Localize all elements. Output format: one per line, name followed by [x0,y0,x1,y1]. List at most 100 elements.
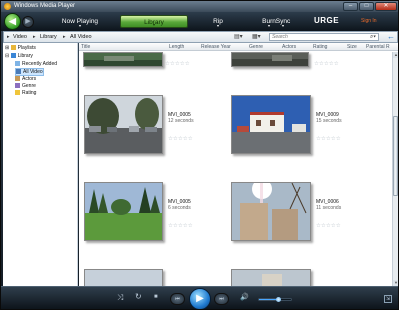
video-thumbnail-partial[interactable] [84,269,163,286]
nav-bar: ◀ ▶ Now Playing ▾ Library ▾ Rip ▾ Burn ▾… [1,12,398,31]
urge-logo[interactable]: URGE [314,16,339,25]
tab-menu-arrow-icon[interactable]: ▾ [263,24,303,28]
close-button[interactable]: ✕ [375,2,397,11]
previous-button[interactable]: ⏮ [170,293,185,305]
back-forward-group: ◀ ▶ [4,13,40,30]
column-header: Title Length Release Year Genre Actors R… [79,43,398,51]
thumbnail-image [84,53,162,66]
genre-icon [15,83,20,88]
stop-button[interactable]: ■ [154,294,158,300]
address-bar: ▸ Video ▸ Library ▸ All Video ▤▾ ▦▾ Sear… [3,31,398,43]
thumbnail-image [232,53,308,66]
navigate-back-icon[interactable]: ← [387,32,395,42]
breadcrumb-arrow-icon[interactable]: ▸ [63,32,66,42]
playback-control-bar: ⤨ ↻ ■ ⏮ ▶ ⏭ 🔊 ⇲ [1,286,398,309]
column-release-year[interactable]: Release Year [201,43,231,51]
rating-stars[interactable]: ☆☆☆☆☆ [316,223,341,229]
column-genre[interactable]: Genre [249,43,263,51]
sign-in-link[interactable]: Sign In [361,18,377,24]
tab-now-playing[interactable]: Now Playing ▾ [45,15,115,28]
tree-label: Actors [22,76,37,82]
expand-icon[interactable]: ⊞ [5,45,9,51]
collapse-icon[interactable]: ⊟ [5,53,9,59]
maximize-button[interactable]: □ [359,2,374,11]
breadcrumb-library[interactable]: Library [40,32,57,42]
breadcrumb-video[interactable]: Video [13,32,27,42]
switch-to-skin-icon[interactable]: ⇲ [384,295,392,303]
video-thumbnail[interactable] [84,95,163,154]
title-bar[interactable]: Windows Media Player – □ ✕ [1,1,398,12]
breadcrumb-arrow-icon[interactable]: ▸ [7,32,10,42]
rating-stars[interactable]: ☆☆☆☆☆ [168,136,193,142]
tab-menu-arrow-icon[interactable]: ▾ [121,23,187,27]
column-parental-rating[interactable]: Parental R [366,43,390,51]
video-thumbnail-partial[interactable] [83,52,163,67]
video-thumbnail[interactable] [231,182,311,241]
tree-item-playlists[interactable]: ⊞ Playlists [5,45,36,51]
scrollbar-thumb[interactable] [393,116,398,196]
tree-item-genre[interactable]: Genre [15,83,36,89]
thumbnail-image [232,96,310,153]
tree-item-recently-added[interactable]: Recently Added [15,61,57,67]
rating-stars[interactable]: ☆☆☆☆☆ [168,223,193,229]
rating-stars[interactable]: ☆☆☆☆☆ [165,61,190,67]
vertical-scrollbar[interactable]: ▲ ▼ [392,52,398,286]
actors-icon [15,76,20,81]
navigation-pane: ⊞ Playlists ⊟ Library Recently Added All… [3,43,78,286]
tab-library[interactable]: Library ▾ [120,15,188,28]
column-length[interactable]: Length [169,43,184,51]
video-thumbnail-partial[interactable] [231,269,311,286]
thumbnail-image [232,183,310,240]
shuffle-icon[interactable]: ⤨ [117,293,123,303]
window-title: Windows Media Player [14,3,76,9]
tab-menu-arrow-icon[interactable]: ▾ [191,24,245,28]
mute-icon[interactable]: 🔊 [240,293,249,301]
volume-slider[interactable] [258,297,292,302]
video-duration: 6 seconds [168,205,191,211]
tab-sync[interactable]: Sync ▾ [263,15,303,28]
search-icon[interactable]: ⌕▾ [370,33,376,41]
video-icon [16,69,21,74]
thumbnail-image [85,270,162,286]
video-thumbnail-partial[interactable] [231,52,309,67]
breadcrumb-arrow-icon[interactable]: ▸ [33,32,36,42]
minimize-button[interactable]: – [343,2,358,11]
tree-item-library[interactable]: ⊟ Library [5,53,33,59]
video-thumbnail[interactable] [231,95,311,154]
column-size[interactable]: Size [347,43,357,51]
tab-rip[interactable]: Rip ▾ [191,15,245,28]
tree-label: Playlists [17,45,36,51]
tree-label: Rating [22,90,37,96]
thumbnail-image [232,270,310,286]
tree-label: Recently Added [22,61,58,67]
column-actors[interactable]: Actors [282,43,296,51]
forward-button[interactable]: ▶ [22,16,34,28]
rating-stars[interactable]: ☆☆☆☆☆ [314,61,339,67]
media-player-window: Windows Media Player – □ ✕ ◀ ▶ Now Playi… [0,0,399,310]
tree-label: Genre [22,83,36,89]
play-button[interactable]: ▶ [189,288,211,309]
volume-knob[interactable] [275,297,281,302]
search-input[interactable]: Search [269,33,379,41]
next-button[interactable]: ⏭ [214,293,229,305]
recently-added-icon [15,61,20,66]
scroll-up-arrow-icon[interactable]: ▲ [393,52,398,58]
view-options-icon[interactable]: ▤▾ [234,33,243,41]
tab-menu-arrow-icon[interactable]: ▾ [45,24,115,28]
rating-icon [15,90,20,95]
breadcrumb-all-video[interactable]: All Video [70,32,92,42]
repeat-icon[interactable]: ↻ [135,292,142,301]
tree-item-rating[interactable]: Rating [15,90,36,96]
rating-stars[interactable]: ☆☆☆☆☆ [316,136,341,142]
video-duration: 11 seconds [316,205,342,211]
wmp-app-icon [4,3,11,10]
column-rating[interactable]: Rating [313,43,327,51]
back-button[interactable]: ◀ [4,13,21,30]
video-thumbnail[interactable] [84,182,163,241]
video-duration: 12 seconds [168,118,194,124]
tree-item-actors[interactable]: Actors [15,76,36,82]
tree-label: All Video [23,69,43,75]
layout-options-icon[interactable]: ▦▾ [252,33,261,41]
column-title[interactable]: Title [81,43,90,51]
tree-item-all-video[interactable]: All Video [15,68,44,76]
